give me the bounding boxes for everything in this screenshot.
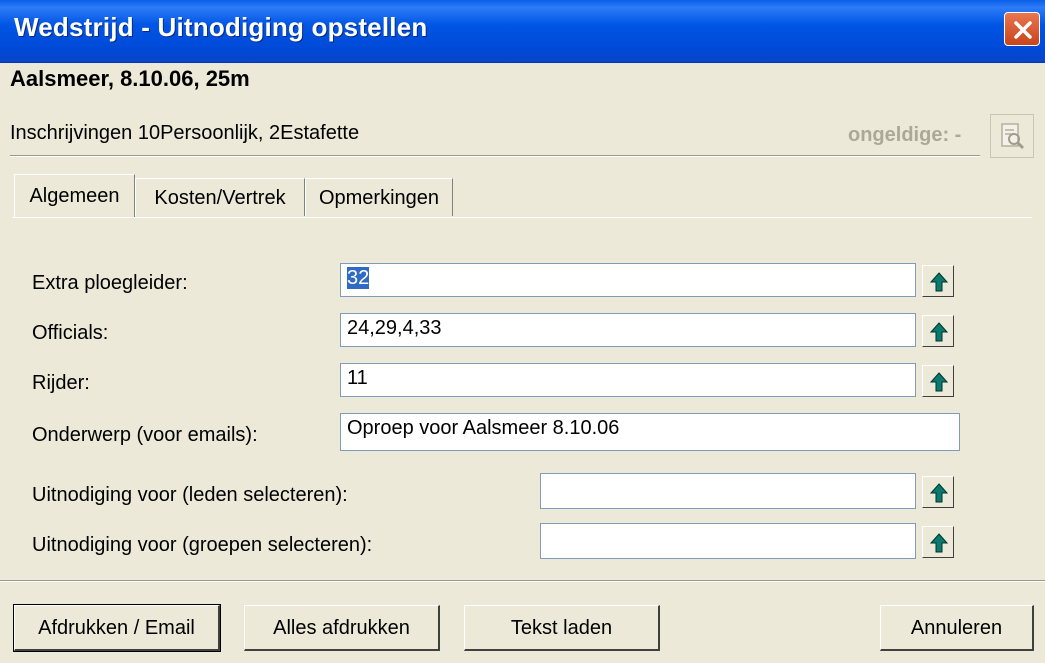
header-divider — [10, 155, 980, 157]
rijder-input[interactable]: 11 — [340, 363, 916, 397]
uitnodiging-groepen-input[interactable] — [540, 523, 916, 559]
entries-summary: Inschrijvingen 10Persoonlijk, 2Estafette — [10, 122, 360, 144]
onderwerp-label: Onderwerp (voor emails): — [32, 424, 258, 446]
cancel-button[interactable]: Annuleren — [880, 605, 1034, 651]
uitnodiging-groepen-select-button[interactable] — [922, 526, 954, 558]
invalid-inspect-button[interactable] — [990, 114, 1034, 158]
close-icon — [1014, 21, 1032, 39]
uitnodiging-leden-label: Uitnodiging voor (leden selecteren): — [32, 484, 348, 506]
arrow-up-icon — [930, 322, 948, 342]
tab-label: Kosten/Vertrek — [154, 187, 286, 209]
extra-ploegleider-input[interactable]: 32 — [340, 263, 916, 297]
load-text-button[interactable]: Tekst laden — [464, 605, 660, 651]
rijder-label: Rijder: — [32, 372, 90, 394]
uitnodiging-leden-input[interactable] — [540, 473, 916, 509]
search-document-icon — [1001, 123, 1025, 150]
uitnodiging-leden-select-button[interactable] — [922, 476, 954, 508]
arrow-up-icon — [930, 533, 948, 553]
extra-ploegleider-value: 32 — [347, 267, 370, 289]
meet-title: Aalsmeer, 8.10.06, 25m — [10, 66, 250, 91]
title-bar[interactable]: Wedstrijd - Uitnodiging opstellen — [0, 0, 1045, 63]
arrow-up-icon — [930, 372, 948, 392]
arrow-up-icon — [930, 483, 948, 503]
invalid-count-label: ongeldige: - — [848, 124, 962, 146]
window-title: Wedstrijd - Uitnodiging opstellen — [14, 12, 428, 42]
tab-label: Algemeen — [29, 185, 120, 207]
uitnodiging-groepen-label: Uitnodiging voor (groepen selecteren): — [32, 534, 373, 556]
tab-kosten-vertrek[interactable]: Kosten/Vertrek — [135, 178, 305, 216]
tab-algemeen[interactable]: Algemeen — [14, 174, 135, 218]
close-button[interactable] — [1004, 12, 1040, 46]
print-all-button[interactable]: Alles afdrukken — [244, 605, 440, 651]
print-email-button[interactable]: Afdrukken / Email — [13, 604, 221, 652]
footer-divider — [0, 580, 1045, 582]
arrow-up-icon — [930, 272, 948, 292]
officials-input[interactable]: 24,29,4,33 — [340, 313, 916, 347]
extra-ploegleider-label: Extra ploegleider: — [32, 272, 188, 294]
tab-opmerkingen[interactable]: Opmerkingen — [305, 178, 453, 216]
tab-label: Opmerkingen — [318, 187, 440, 209]
extra-ploegleider-select-button[interactable] — [922, 265, 954, 297]
officials-select-button[interactable] — [922, 315, 954, 347]
onderwerp-input[interactable]: Oproep voor Aalsmeer 8.10.06 — [340, 413, 960, 451]
officials-label: Officials: — [32, 322, 109, 344]
rijder-select-button[interactable] — [922, 365, 954, 397]
